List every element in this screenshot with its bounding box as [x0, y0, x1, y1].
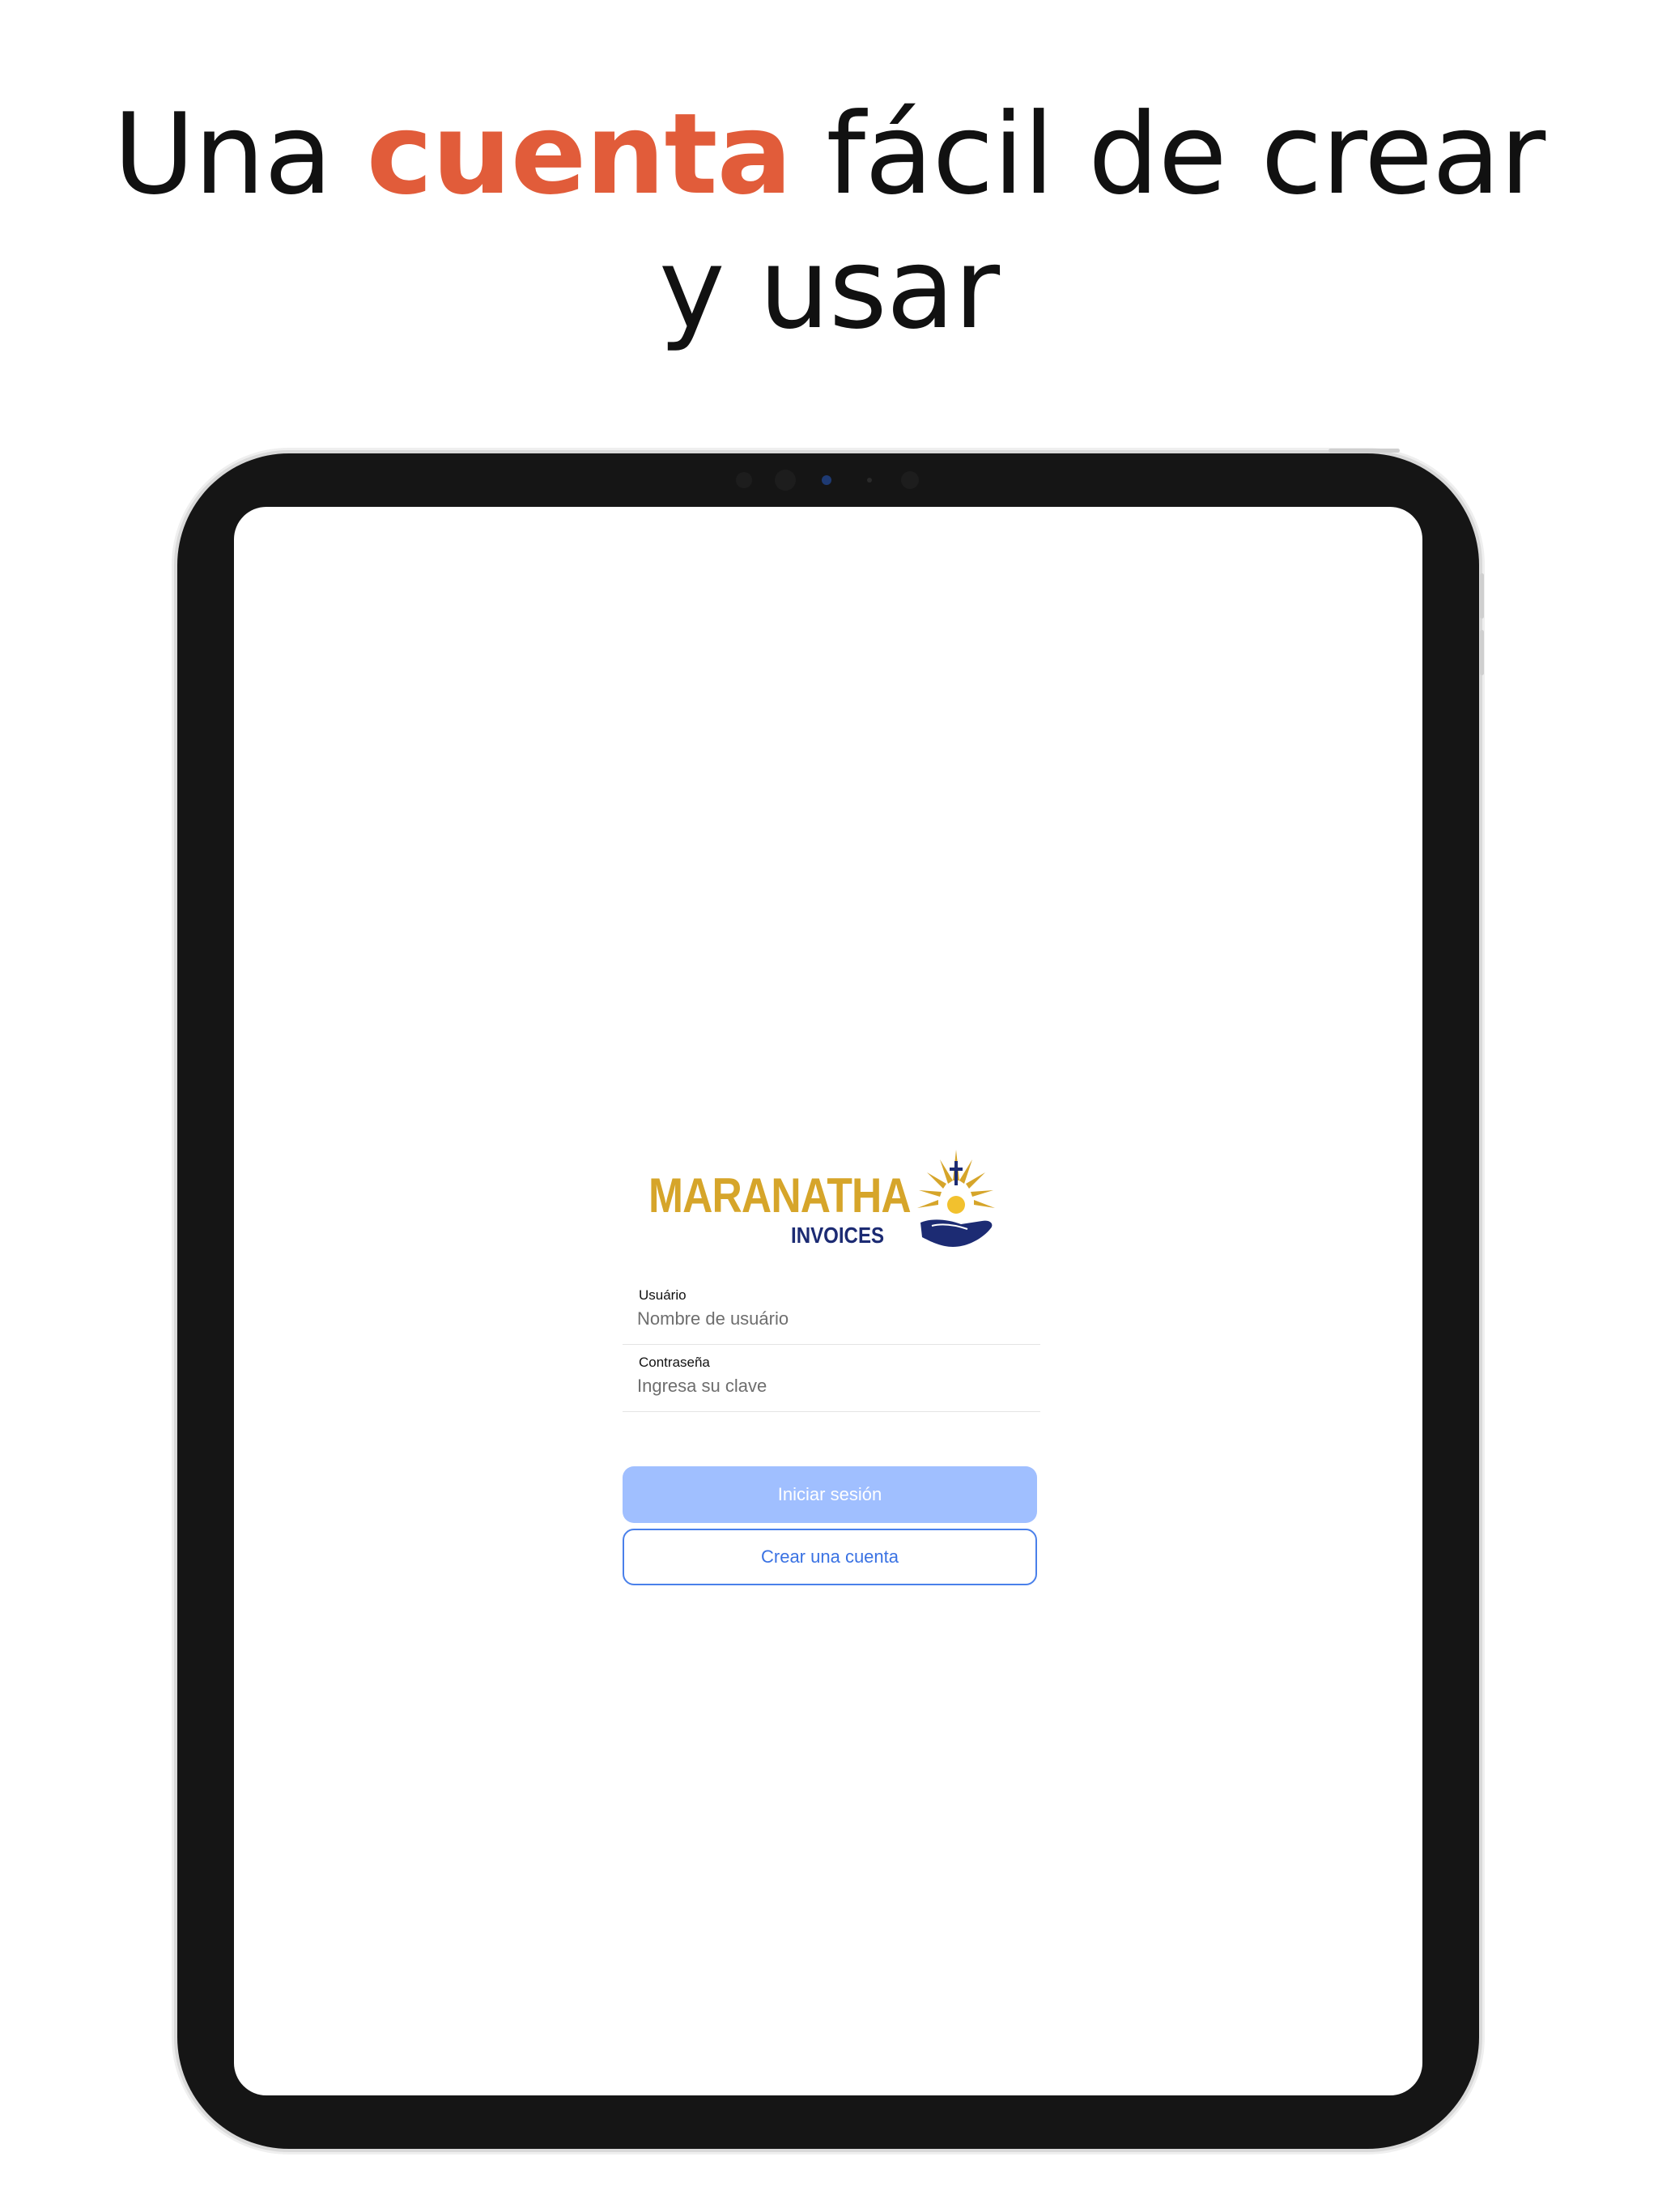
volume-up-button — [1480, 573, 1484, 619]
logo-subtitle: INVOICES — [791, 1223, 885, 1248]
sun-hand-cross-icon — [917, 1150, 995, 1247]
headline-accent-word: cuenta — [366, 89, 793, 219]
logo-title: MARANATHA — [648, 1168, 912, 1223]
password-input[interactable] — [637, 1376, 1018, 1397]
volume-down-button — [1480, 630, 1484, 675]
login-button[interactable]: Iniciar sesión — [623, 1466, 1037, 1523]
username-field: Usuário — [623, 1278, 1040, 1345]
login-form: Usuário Contraseña Iniciar sesión Crear … — [623, 1278, 1040, 1585]
maranatha-logo: MARANATHA INVOICES — [648, 1148, 1005, 1252]
sensor-dot — [901, 471, 919, 489]
username-label: Usuário — [639, 1287, 687, 1303]
promo-headline: Una cuenta fácil de crear y usar — [81, 87, 1577, 356]
password-label: Contraseña — [639, 1355, 710, 1370]
sensor-dot — [867, 478, 872, 483]
create-account-button[interactable]: Crear una cuenta — [623, 1529, 1037, 1585]
headline-text-end: fácil de crear y usar — [658, 89, 1545, 354]
tablet-device-frame: MARANATHA INVOICES Usuário Nombre de usu… — [177, 449, 1484, 2149]
front-camera-icon — [822, 475, 831, 485]
headline-text-start: Una — [113, 89, 333, 219]
username-input[interactable] — [637, 1308, 1018, 1329]
password-field: Contraseña — [623, 1345, 1040, 1412]
top-button — [1329, 449, 1400, 453]
sensor-dot — [775, 470, 796, 491]
app-screen: MARANATHA INVOICES Usuário Nombre de usu… — [234, 507, 1422, 2095]
sensor-dot — [736, 472, 752, 488]
